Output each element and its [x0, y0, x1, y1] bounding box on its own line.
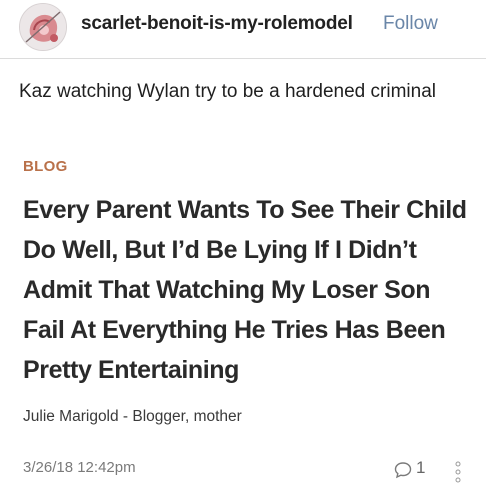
username[interactable]: scarlet-benoit-is-my-rolemodel — [81, 13, 353, 35]
avatar-illustration-icon — [20, 4, 66, 50]
article-card[interactable]: BLOG Every Parent Wants To See Their Chi… — [0, 138, 486, 500]
avatar[interactable] — [19, 3, 67, 51]
vertical-dots-icon[interactable] — [455, 460, 461, 484]
follow-button[interactable]: Follow — [383, 13, 438, 35]
post-header: scarlet-benoit-is-my-rolemodel Follow — [0, 0, 486, 59]
category-tag: BLOG — [23, 158, 68, 175]
speech-bubble-icon[interactable] — [394, 461, 412, 479]
article-byline: Julie Marigold - Blogger, mother — [23, 408, 242, 425]
article-date: 3/26/18 12:42pm — [23, 459, 136, 476]
article-headline: Every Parent Wants To See Their Child Do… — [23, 196, 467, 384]
post-caption: Kaz watching Wylan try to be a hardened … — [19, 81, 436, 102]
comment-count: 1 — [416, 458, 426, 477]
